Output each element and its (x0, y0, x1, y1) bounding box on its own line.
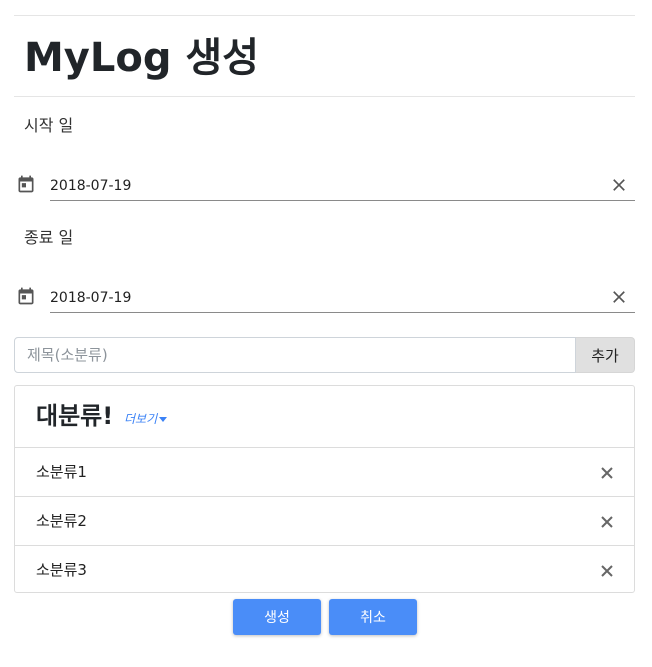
card-header: 대분류! 더보기 (15, 386, 634, 448)
create-button[interactable]: 생성 (233, 599, 321, 635)
start-date-field[interactable]: 2018-07-19 (14, 171, 635, 201)
close-icon[interactable] (600, 515, 614, 529)
close-icon[interactable] (600, 564, 614, 578)
end-date-label: 종료 일 (24, 228, 74, 247)
calendar-icon[interactable] (16, 174, 36, 194)
close-icon[interactable] (609, 287, 629, 307)
more-dropdown-link[interactable]: 더보기 (124, 411, 168, 427)
page-title: MyLog 생성 (24, 35, 260, 81)
add-button[interactable]: 추가 (576, 337, 635, 373)
subcategory-label: 소분류2 (36, 512, 87, 530)
end-date-value[interactable]: 2018-07-19 (50, 289, 131, 307)
start-date-label: 시작 일 (24, 116, 74, 135)
subcategory-label: 소분류3 (36, 561, 87, 579)
list-item: 소분류1 (15, 448, 634, 497)
close-icon[interactable] (600, 466, 614, 480)
top-divider (14, 15, 635, 16)
list-item: 소분류3 (15, 546, 634, 594)
caret-down-icon[interactable] (159, 417, 168, 422)
title-divider (14, 96, 635, 97)
category-title: 대분류! (36, 402, 114, 430)
subcategory-label: 소분류1 (36, 463, 87, 481)
end-date-field[interactable]: 2018-07-19 (14, 283, 635, 313)
list-item: 소분류2 (15, 497, 634, 546)
calendar-icon[interactable] (16, 286, 36, 306)
close-icon[interactable] (609, 175, 629, 195)
start-date-value[interactable]: 2018-07-19 (50, 177, 131, 195)
add-subcategory-group: 추가 (14, 337, 635, 375)
end-date-underline (50, 312, 635, 313)
start-date-underline (50, 200, 635, 201)
more-label[interactable]: 더보기 (124, 412, 157, 426)
subcategory-title-input[interactable] (14, 337, 576, 373)
category-card: 대분류! 더보기 소분류1 소분류2 소분류3 (14, 385, 635, 593)
cancel-button[interactable]: 취소 (329, 599, 417, 635)
